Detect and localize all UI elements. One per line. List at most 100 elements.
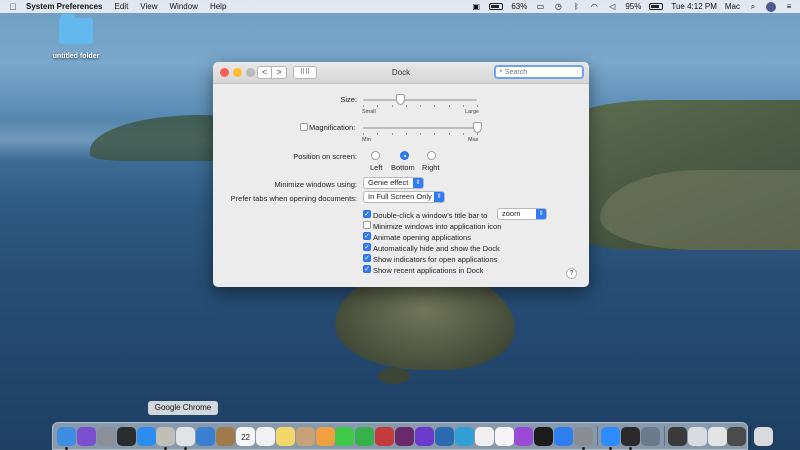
autohide-dock-checkbox[interactable]: ✓ [363, 243, 371, 251]
safari-icon[interactable] [136, 426, 156, 446]
position-label: Position on screen: [293, 152, 357, 161]
double-click-action-popup[interactable]: zoom ⇕ [497, 208, 547, 220]
position-bottom-label: Bottom [391, 163, 415, 172]
app-store-icon[interactable] [554, 426, 574, 446]
photo-booth-icon[interactable] [375, 426, 395, 446]
volume-icon[interactable]: ◁ [607, 2, 617, 11]
position-right-label: Right [422, 163, 440, 172]
dock-separator [663, 426, 665, 446]
window-titlebar[interactable]: < > ⠿⠿ Dock ⌕ [213, 62, 589, 84]
reminders-icon[interactable] [255, 426, 275, 446]
slider-tick [420, 105, 421, 107]
slider-tick [462, 133, 464, 135]
position-left-radio[interactable] [371, 151, 380, 160]
double-click-label: Double-click a window's title bar to [373, 211, 488, 220]
siri-menu-icon[interactable] [766, 1, 776, 12]
battery-icon[interactable] [489, 3, 504, 10]
facetime-icon[interactable] [355, 426, 375, 446]
news-icon[interactable] [474, 426, 494, 446]
notes-app-icon[interactable] [156, 426, 176, 450]
recent-1-icon[interactable] [667, 426, 687, 446]
calendar-icon[interactable]: 22 [236, 426, 256, 446]
photos-icon[interactable] [315, 426, 335, 446]
wallpaper-small-rock [378, 368, 410, 384]
notebook-icon[interactable] [216, 426, 236, 446]
recent-3-icon[interactable] [707, 426, 727, 446]
show-recent-apps-label: Show recent applications in Dock [373, 266, 484, 275]
chevron-updown-icon: ⇕ [413, 178, 423, 188]
preview-icon[interactable] [196, 426, 216, 446]
menu-bar:  System Preferences Edit View Window He… [0, 0, 800, 13]
animate-opening-label: Animate opening applications [373, 233, 471, 242]
stickies-icon[interactable] [275, 426, 295, 446]
trash-icon[interactable] [754, 426, 774, 446]
prefer-tabs-popup[interactable]: In Full Screen Only ⇕ [363, 191, 445, 203]
messages-icon[interactable] [335, 426, 355, 446]
size-slider-thumb[interactable] [396, 94, 406, 105]
finder-icon[interactable] [57, 426, 76, 450]
web-icon[interactable] [454, 426, 474, 446]
clock[interactable]: Tue 4:12 PM [671, 2, 717, 11]
chevron-updown-icon: ⇕ [434, 192, 444, 202]
position-right-radio[interactable] [427, 151, 436, 160]
apple-menu-icon[interactable]:  [0, 2, 26, 12]
chrome-icon[interactable] [176, 426, 196, 450]
menu-help[interactable]: Help [210, 2, 226, 11]
zoom-status-icon[interactable]: ▣ [471, 2, 481, 11]
app-window-icon[interactable] [640, 426, 660, 446]
recent-4-icon[interactable] [727, 426, 747, 446]
slider-tick [462, 105, 464, 107]
bluetooth-icon[interactable]: ᛒ [571, 2, 581, 11]
minimize-into-icon-checkbox[interactable] [363, 221, 371, 229]
spotlight-icon[interactable]: ⌕ [748, 2, 758, 11]
search-field[interactable]: ⌕ [494, 65, 584, 79]
dock-tooltip: Google Chrome [148, 401, 218, 415]
show-indicators-checkbox[interactable]: ✓ [363, 254, 371, 262]
wifi-icon[interactable]: ◠ [589, 2, 599, 11]
folder-icon[interactable] [59, 14, 93, 44]
chevron-updown-icon: ⇕ [536, 209, 546, 219]
siri-icon[interactable] [76, 426, 96, 446]
control-center-icon[interactable]: ≡ [784, 2, 794, 11]
system-preferences-icon[interactable] [574, 426, 594, 450]
magnification-min-label: Min [362, 137, 371, 143]
screen-icon[interactable] [434, 426, 454, 446]
menu-view[interactable]: View [140, 2, 157, 11]
terminal-icon[interactable] [620, 426, 640, 450]
battery-secondary-icon[interactable] [649, 3, 664, 10]
minimize-effect-value: Genie effect [368, 178, 409, 187]
minimize-effect-popup[interactable]: Genie effect ⇕ [363, 177, 424, 189]
recent-2-icon[interactable] [687, 426, 707, 446]
battery-percent: 63% [511, 2, 528, 11]
video-icon[interactable] [395, 426, 415, 446]
help-button[interactable]: ? [566, 268, 577, 279]
magnification-checkbox[interactable] [300, 123, 308, 131]
search-input[interactable] [504, 68, 577, 76]
imovie-icon[interactable] [415, 426, 435, 446]
menu-edit[interactable]: Edit [115, 2, 129, 11]
menu-app-name[interactable]: System Preferences [26, 2, 103, 11]
podcasts-icon[interactable] [514, 426, 534, 446]
music-icon[interactable] [494, 426, 514, 446]
display-icon[interactable]: ▭ [535, 2, 545, 11]
zoom-icon[interactable] [601, 426, 621, 450]
slider-tick [448, 133, 450, 135]
folder-label: untitled folder [52, 53, 100, 60]
animate-opening-checkbox[interactable]: ✓ [363, 232, 371, 240]
double-click-checkbox[interactable]: ✓ [363, 210, 371, 218]
contacts-icon[interactable] [295, 426, 315, 446]
launchpad-icon[interactable] [96, 426, 116, 446]
position-bottom-radio[interactable] [400, 151, 409, 160]
size-slider-track[interactable] [363, 99, 477, 101]
magnification-slider-track[interactable] [363, 127, 477, 129]
activity-monitor-icon[interactable] [116, 426, 136, 446]
tv-icon[interactable] [534, 426, 554, 446]
autohide-dock-label: Automatically hide and show the Dock [373, 244, 500, 253]
menu-window[interactable]: Window [170, 2, 198, 11]
slider-tick [477, 133, 478, 135]
desktop-folder[interactable]: untitled folder [48, 14, 104, 60]
magnification-slider-thumb[interactable] [472, 122, 482, 133]
time-machine-icon[interactable]: ◷ [553, 2, 563, 11]
show-recent-apps-checkbox[interactable]: ✓ [363, 265, 371, 273]
user-name[interactable]: Mac [725, 2, 740, 11]
